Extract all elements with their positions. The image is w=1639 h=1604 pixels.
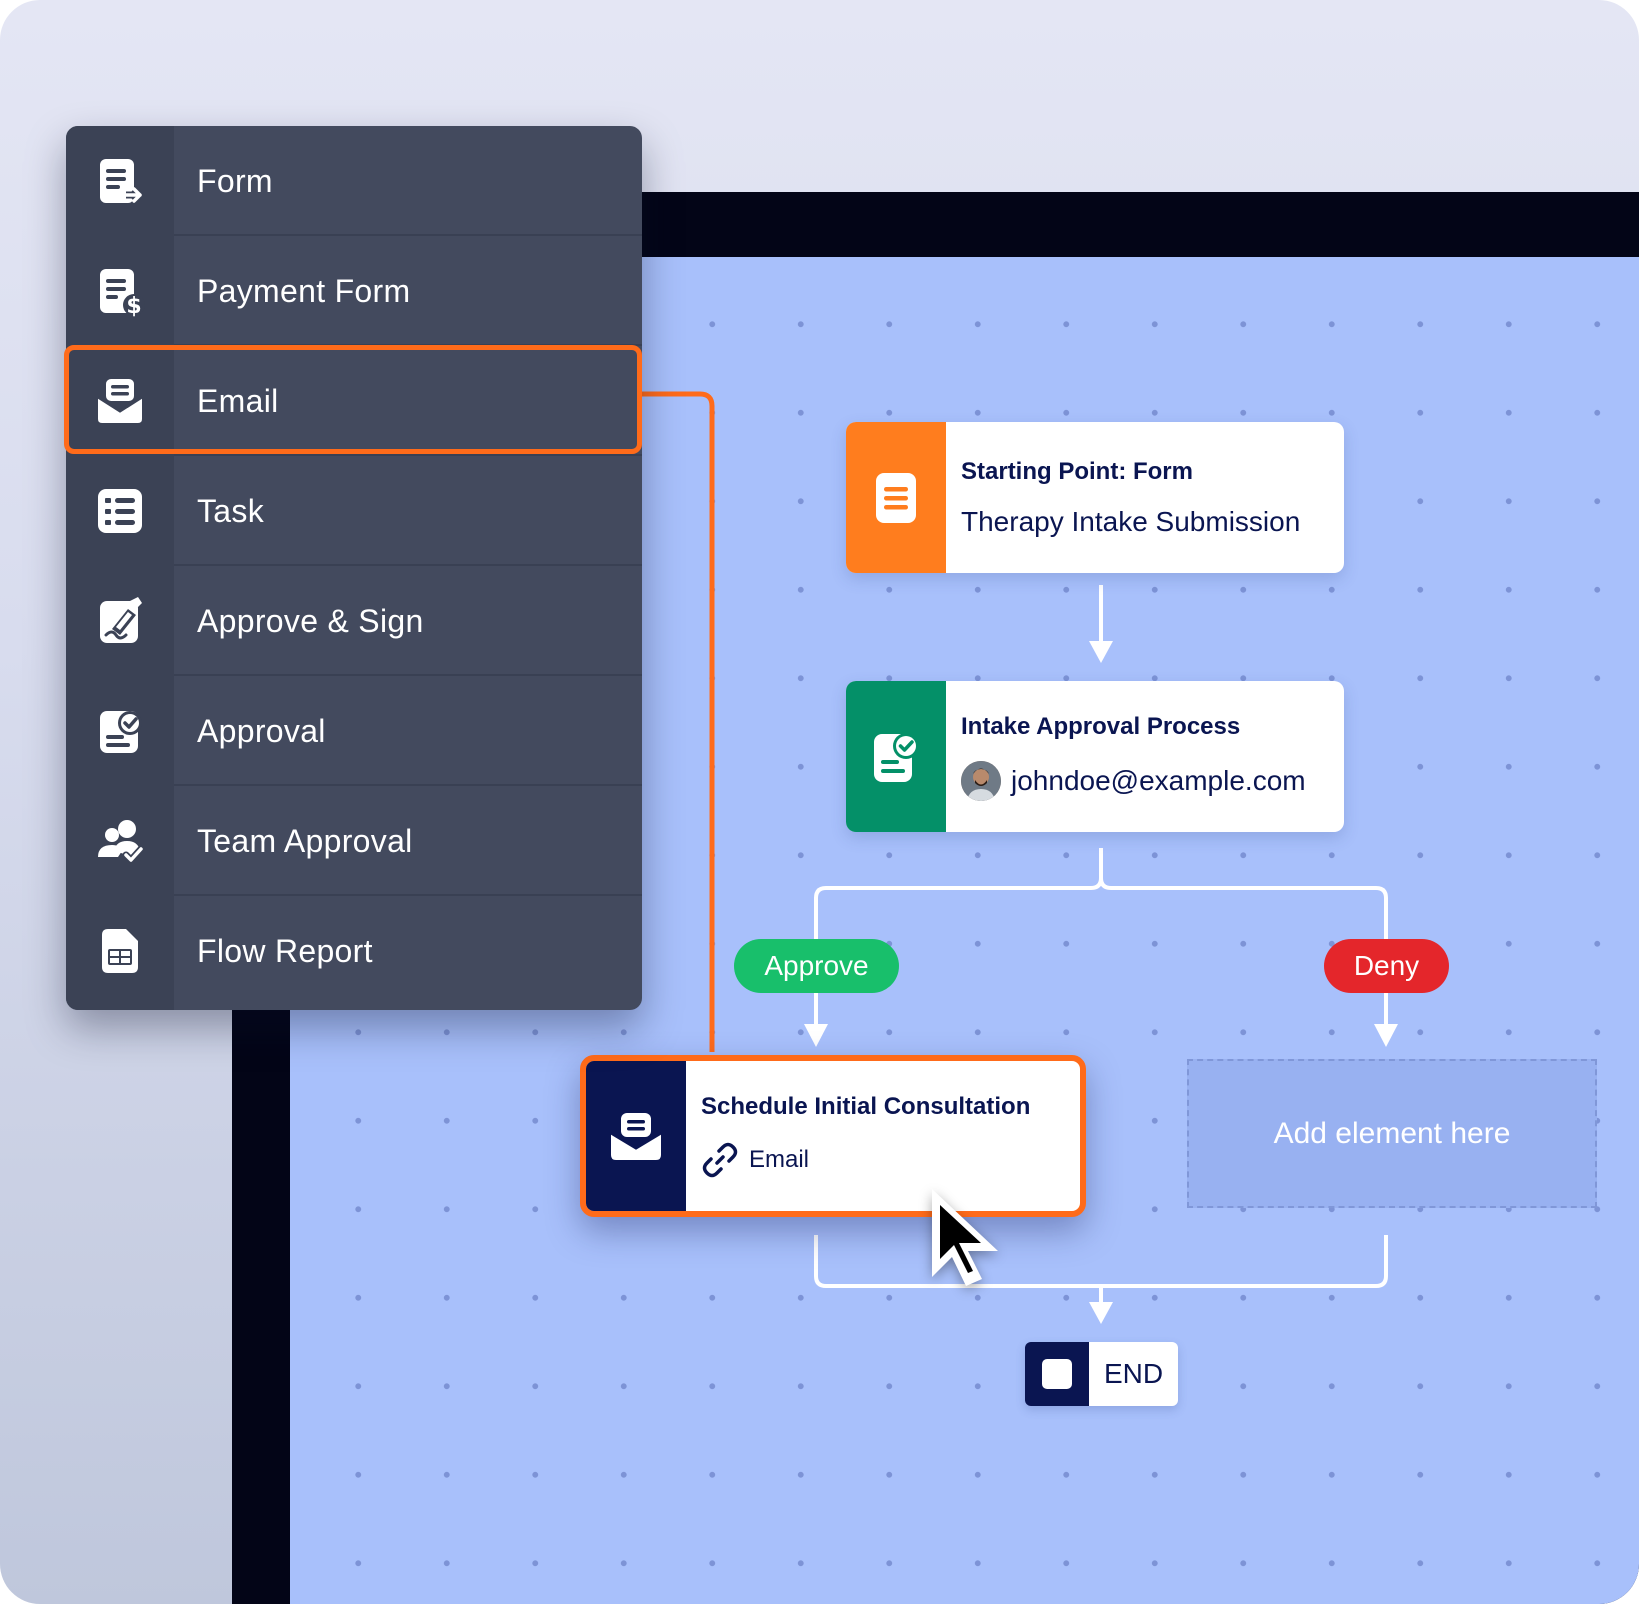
menu-item-label: Email xyxy=(197,382,279,419)
node-title: Intake Approval Process xyxy=(961,712,1241,740)
form-icon xyxy=(66,126,174,236)
menu-item-label: Approve & Sign xyxy=(197,602,424,639)
element-menu: Form $ Payment Form Email Task Approve &… xyxy=(66,126,642,1010)
task-list-icon xyxy=(66,456,174,566)
menu-item-task[interactable]: Task xyxy=(66,456,642,566)
menu-item-label: Approval xyxy=(197,712,326,749)
report-table-icon xyxy=(66,896,174,1006)
menu-item-form[interactable]: Form xyxy=(66,126,642,236)
link-icon xyxy=(702,1142,738,1178)
node-title: Schedule Initial Consultation xyxy=(701,1093,1031,1120)
menu-item-payment-form[interactable]: $ Payment Form xyxy=(66,236,642,346)
node-subtitle: Therapy Intake Submission xyxy=(961,505,1301,537)
menu-item-label: Flow Report xyxy=(197,932,373,969)
end-label: END xyxy=(1089,1342,1178,1406)
menu-item-team-approval[interactable]: Team Approval xyxy=(66,786,642,896)
menu-item-email[interactable]: Email xyxy=(66,346,642,456)
mouse-pointer-icon xyxy=(932,1189,998,1286)
menu-item-label: Team Approval xyxy=(197,822,413,859)
payment-form-icon: $ xyxy=(66,236,174,346)
flow-node-start[interactable]: Starting Point: Form Therapy Intake Subm… xyxy=(846,422,1344,573)
flow-node-approval[interactable]: Intake Approval Process johndoe@example.… xyxy=(846,681,1344,832)
approval-check-icon xyxy=(846,681,946,832)
flow-node-email[interactable]: Schedule Initial Consultation Email xyxy=(580,1055,1086,1217)
avatar xyxy=(961,760,1001,801)
stop-square-icon xyxy=(1025,1342,1089,1406)
stage: Form $ Payment Form Email Task Approve &… xyxy=(0,0,1639,1604)
approve-branch-badge[interactable]: Approve xyxy=(734,939,899,993)
sign-pen-icon xyxy=(66,566,174,676)
approval-check-icon xyxy=(66,676,174,786)
menu-item-approval[interactable]: Approval xyxy=(66,676,642,786)
node-type: Email xyxy=(701,1141,1030,1179)
menu-item-approve-and-sign[interactable]: Approve & Sign xyxy=(66,566,642,676)
email-icon xyxy=(586,1061,686,1211)
node-type-label: Email xyxy=(749,1146,810,1173)
svg-text:$: $ xyxy=(126,294,141,317)
team-approval-icon xyxy=(66,786,174,896)
form-icon xyxy=(846,422,946,573)
assignee-email: johndoe@example.com xyxy=(1011,764,1306,796)
flow-node-end[interactable]: END xyxy=(1025,1342,1178,1406)
email-icon xyxy=(66,346,174,456)
node-title: Starting Point: Form xyxy=(961,457,1193,485)
add-element-placeholder[interactable]: Add element here xyxy=(1187,1059,1597,1208)
deny-branch-badge[interactable]: Deny xyxy=(1324,939,1449,993)
menu-item-label: Task xyxy=(197,492,264,529)
menu-item-flow-report[interactable]: Flow Report xyxy=(66,896,642,1006)
node-assignee: johndoe@example.com xyxy=(961,760,1306,801)
menu-item-label: Form xyxy=(197,162,273,199)
menu-item-label: Payment Form xyxy=(197,272,411,309)
